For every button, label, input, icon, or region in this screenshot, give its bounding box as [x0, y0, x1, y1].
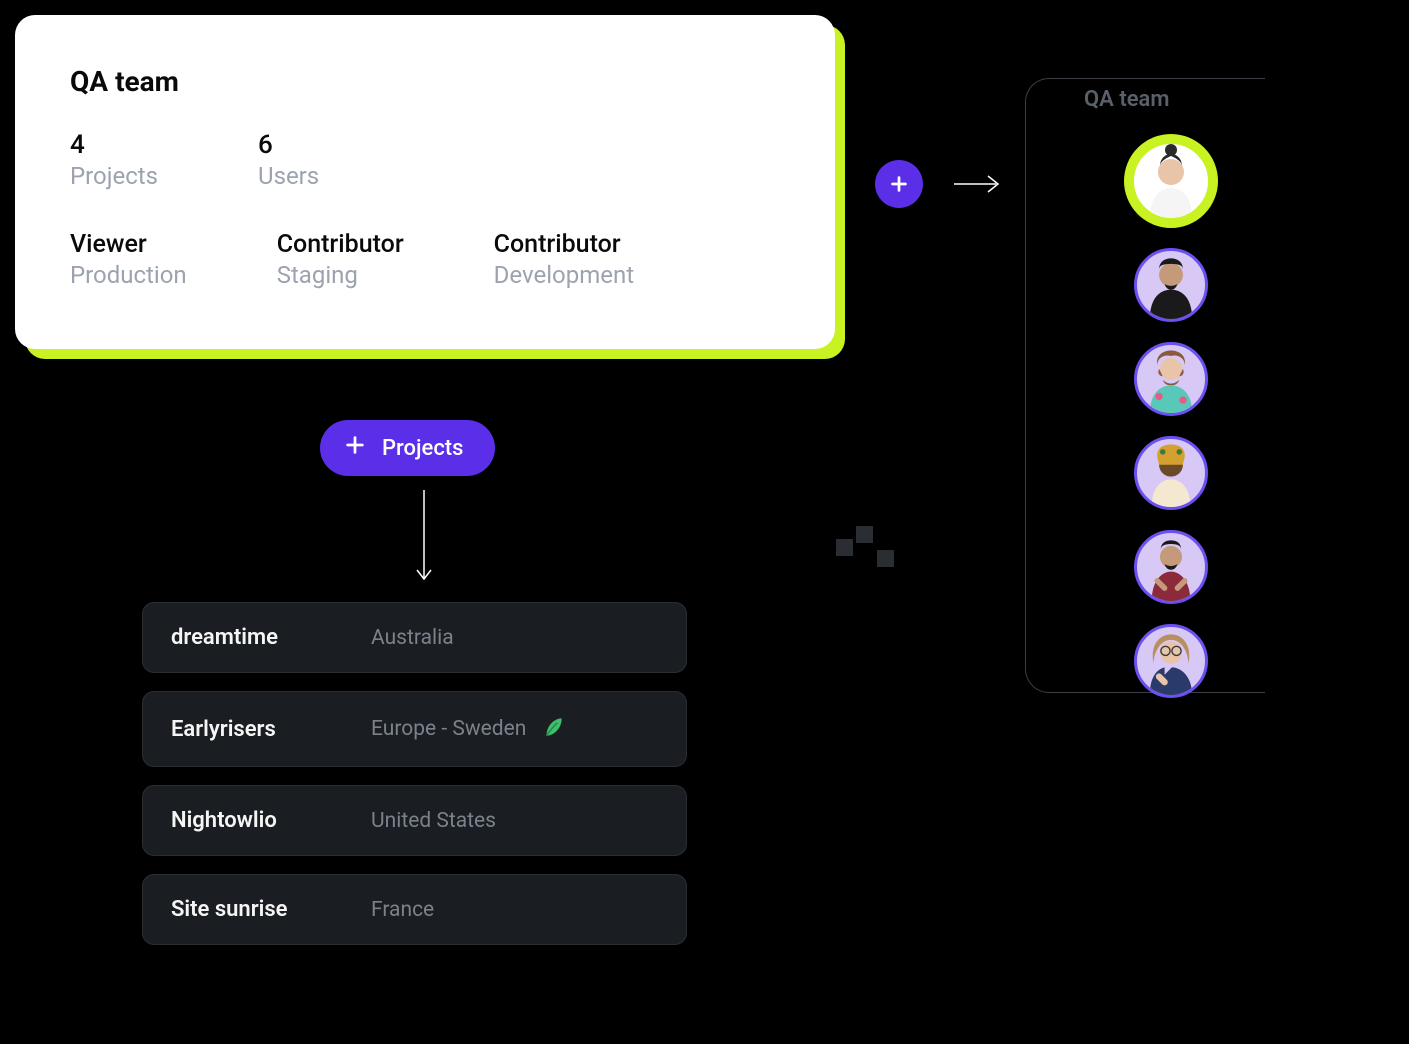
arrow-right-icon — [952, 171, 1002, 201]
stats-row: 4 Projects 6 Users — [70, 130, 780, 190]
project-region: Europe - Sweden — [371, 717, 526, 741]
project-name: dreamtime — [171, 625, 371, 650]
avatar[interactable] — [1134, 624, 1208, 698]
project-name: Earlyrisers — [171, 717, 371, 742]
project-item-site-sunrise[interactable]: Site sunrise France — [142, 874, 687, 945]
project-region: United States — [371, 809, 496, 833]
leaf-icon — [526, 714, 566, 744]
role-viewer: Viewer Production — [70, 230, 187, 289]
projects-list: dreamtime Australia Earlyrisers Europe -… — [142, 602, 687, 945]
project-region: France — [371, 898, 434, 922]
role-env: Production — [70, 261, 187, 289]
project-name: Nightowlio — [171, 808, 371, 833]
add-user-button[interactable] — [875, 160, 923, 208]
team-panel: QA team — [1025, 78, 1265, 693]
roles-row: Viewer Production Contributor Staging Co… — [70, 230, 780, 289]
role-contributor-staging: Contributor Staging — [277, 230, 404, 289]
project-name: Site sunrise — [171, 897, 371, 922]
team-card: QA team 4 Projects 6 Users Viewer Produc… — [15, 15, 835, 349]
role-contributor-development: Contributor Development — [494, 230, 634, 289]
role-name: Viewer — [70, 230, 187, 259]
role-env: Staging — [277, 261, 404, 289]
plus-icon — [344, 434, 366, 462]
stat-label: Projects — [70, 162, 158, 190]
project-item-nightowlio[interactable]: Nightowlio United States — [142, 785, 687, 856]
stat-value: 4 — [70, 130, 158, 160]
project-region: Australia — [371, 626, 454, 650]
plus-icon — [888, 173, 910, 195]
project-item-dreamtime[interactable]: dreamtime Australia — [142, 602, 687, 673]
avatar[interactable] — [1134, 436, 1208, 510]
project-item-earlyrisers[interactable]: Earlyrisers Europe - Sweden — [142, 691, 687, 767]
stat-value: 6 — [258, 130, 319, 160]
stat-label: Users — [258, 162, 319, 190]
add-projects-button[interactable]: Projects — [320, 420, 495, 476]
arrow-down-icon — [414, 490, 434, 589]
avatars-list — [1124, 134, 1218, 698]
avatar[interactable] — [1124, 134, 1218, 228]
avatar[interactable] — [1134, 342, 1208, 416]
avatar[interactable] — [1134, 530, 1208, 604]
role-env: Development — [494, 261, 634, 289]
team-title: QA team — [70, 65, 780, 98]
projects-button-label: Projects — [382, 436, 463, 461]
role-name: Contributor — [494, 230, 634, 259]
stat-users: 6 Users — [258, 130, 319, 190]
avatar[interactable] — [1134, 248, 1208, 322]
stat-projects: 4 Projects — [70, 130, 158, 190]
role-name: Contributor — [277, 230, 404, 259]
team-panel-title: QA team — [1026, 87, 1169, 112]
